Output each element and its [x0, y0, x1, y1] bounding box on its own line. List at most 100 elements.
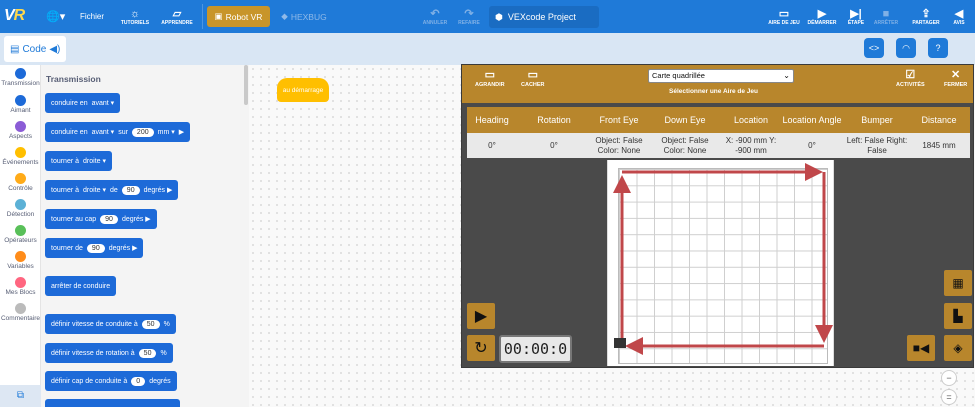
feedback-button[interactable]: ◀ AVIS	[947, 0, 971, 33]
top-toolbar: VR 🌐▾ Fichier ☼ TUTORIELS ▱ APPRENDRE ▣ Rob…	[0, 0, 975, 33]
help-button[interactable]: ?	[928, 38, 948, 58]
dashboard-toggle-button[interactable]: ▦	[944, 270, 972, 296]
category-dot	[15, 68, 26, 79]
block-partial[interactable]	[45, 399, 180, 407]
category-dot	[15, 225, 26, 236]
category-aimant[interactable]: Aimant	[0, 95, 41, 114]
block-stop-driving[interactable]: arrêter de conduire	[45, 276, 117, 296]
value-input[interactable]: 90	[86, 243, 105, 253]
dropdown[interactable]: avant ▾	[92, 99, 115, 107]
dropdown[interactable]: mm ▾	[158, 128, 175, 136]
block-turn-by[interactable]: tourner de 90 degrés ▶	[45, 238, 144, 258]
category-transmission[interactable]: Transmission	[0, 68, 41, 87]
robot-marker	[614, 338, 626, 348]
hide-icon: ▭	[527, 69, 538, 81]
activities-button[interactable]: ☑ ACTIVITÉS	[896, 68, 925, 88]
zoom-out-button[interactable]: −	[941, 370, 957, 386]
play-icon: ▶	[817, 7, 827, 20]
angle-camera-button[interactable]: ◈	[944, 335, 972, 361]
start-button[interactable]: ▶ DÉMARRER	[805, 0, 839, 33]
activities-icon: ☑	[905, 69, 916, 81]
value-location-angle: 0°	[808, 140, 816, 150]
extension-icon: ⧉	[16, 390, 25, 401]
vr-simulator-panel: ▭ AGRANDIR ▭ CACHER Carte quadrillée ⌄ Séle…	[461, 64, 974, 368]
extensions-button[interactable]: ⧉	[0, 385, 41, 407]
category-comment[interactable]: Commentaire	[0, 303, 41, 322]
dropdown[interactable]: avant ▾	[92, 128, 115, 136]
close-button[interactable]: ✕ FERMER	[944, 68, 967, 88]
step-icon: ▶|	[850, 7, 862, 20]
value-down-eye: Object: False Color: None	[661, 135, 709, 155]
value-input[interactable]: 50	[141, 319, 160, 329]
category-variables[interactable]: Variables	[0, 251, 41, 270]
divider	[202, 4, 203, 29]
code-brackets-icon: <>	[868, 43, 880, 53]
step-button[interactable]: ▶| ÉTAPE	[843, 0, 869, 33]
table-icon: ▦	[952, 276, 964, 290]
block-set-drive-heading[interactable]: définir cap de conduite à 0 degrés	[45, 371, 177, 391]
block-drive-for[interactable]: conduire en avant ▾ sur 200 mm ▾ ▶	[45, 122, 191, 142]
dropdown[interactable]: droite ▾	[83, 186, 106, 194]
category-dot	[15, 173, 26, 184]
expand-button[interactable]: ▭ AGRANDIR	[475, 68, 505, 88]
minus-icon: −	[946, 373, 952, 383]
share-button[interactable]: ⇪ PARTAGER	[910, 0, 942, 33]
block-set-turn-velocity[interactable]: définir vitesse de rotation à 50%	[45, 343, 173, 363]
reset-button[interactable]: ↻	[467, 335, 495, 361]
dashboard-button[interactable]: ◠	[896, 38, 916, 58]
zoom-reset-button[interactable]: =	[941, 389, 957, 405]
equals-icon: =	[946, 392, 952, 402]
play-button[interactable]: ▶	[467, 303, 495, 329]
stop-button[interactable]: ■ ARRÊTER	[872, 0, 900, 33]
category-dot	[15, 121, 26, 132]
redo-button[interactable]: ↷ REFAIRE	[454, 0, 484, 33]
palette-scrollbar[interactable]	[244, 65, 248, 105]
block-turn-for[interactable]: tourner à droite ▾ de 90 degrés ▶	[45, 180, 179, 200]
value-input[interactable]: 90	[121, 185, 140, 195]
code-view-button[interactable]: <>	[864, 38, 884, 58]
project-name[interactable]: ⬢ VEXcode Project	[489, 6, 599, 28]
hexbug-icon: ◆	[281, 11, 288, 21]
play-icon: ▶	[474, 308, 488, 325]
playground-select[interactable]: Carte quadrillée ⌄	[648, 69, 794, 83]
file-menu[interactable]: Fichier	[80, 12, 104, 21]
playground-button[interactable]: ▭ AIRE DE JEU	[766, 0, 802, 33]
timer-display: 00:00:0	[499, 335, 572, 363]
category-my-blocks[interactable]: Mes Blocs	[0, 277, 41, 296]
header-location-angle: Location Angle	[782, 115, 842, 125]
megaphone-icon: ◀	[954, 7, 964, 20]
video-camera-icon: ■◀	[912, 341, 930, 355]
dropdown[interactable]: droite ▾	[83, 157, 106, 165]
code-tab[interactable]: ▤ Code ◀)	[4, 36, 67, 62]
top-view-button[interactable]: ▙	[944, 303, 972, 329]
category-aspects[interactable]: Aspects	[0, 121, 41, 140]
angle-camera-icon: ◈	[953, 341, 963, 355]
category-events[interactable]: Événements	[0, 147, 41, 166]
block-palette: Transmission conduire en avant ▾ conduire…	[41, 65, 249, 407]
sensor-table-row: 0° 0° Object: False Color: None Object: …	[467, 133, 970, 158]
value-input[interactable]: 0	[131, 376, 146, 386]
value-input[interactable]: 200	[131, 127, 154, 137]
header-front-eye: Front Eye	[599, 115, 639, 125]
category-operators[interactable]: Opérateurs	[0, 225, 41, 244]
value-input[interactable]: 50	[138, 348, 157, 358]
globe-icon[interactable]: 🌐▾	[46, 10, 65, 23]
block-turn-to-heading[interactable]: tourner au cap 90 degrés ▶	[45, 209, 157, 229]
category-sensing[interactable]: Détection	[0, 199, 41, 218]
value-distance: 1845 mm	[922, 140, 956, 150]
learn-button[interactable]: ▱ APPRENDRE	[157, 0, 197, 33]
block-set-drive-velocity[interactable]: définir vitesse de conduite à 50%	[45, 314, 176, 334]
header-bumper: Bumper	[861, 115, 893, 125]
tutorials-button[interactable]: ☼ TUTORIELS	[117, 0, 153, 33]
robot-vr-tab[interactable]: ▣ Robot VR	[207, 6, 270, 27]
undo-button[interactable]: ↶ ANNULER	[420, 0, 450, 33]
hexbug-tab[interactable]: ◆ HEXBUG	[274, 6, 334, 27]
value-input[interactable]: 90	[100, 214, 118, 224]
hide-button[interactable]: ▭ CACHER	[521, 68, 545, 88]
follow-camera-button[interactable]: ■◀	[907, 335, 935, 361]
when-started-block[interactable]: au démarrage	[277, 78, 329, 102]
block-drive[interactable]: conduire en avant ▾	[45, 93, 121, 113]
category-control[interactable]: Contrôle	[0, 173, 41, 192]
palette-title: Transmission	[46, 74, 101, 84]
block-turn[interactable]: tourner à droite ▾	[45, 151, 112, 171]
